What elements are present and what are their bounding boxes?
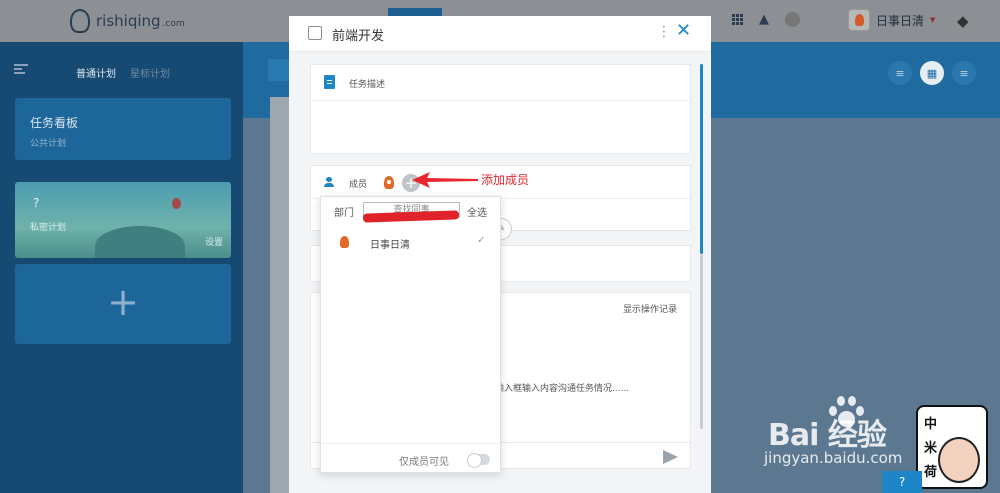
annotation-add-member: 添加成员: [481, 173, 530, 187]
task-title[interactable]: 前端开发: [332, 25, 384, 44]
badge-char: 荷: [924, 465, 938, 480]
member-avatar[interactable]: [382, 174, 396, 191]
scrollbar-track[interactable]: [700, 254, 703, 429]
balloon-logo-icon: [70, 9, 90, 33]
landscape-image: [95, 226, 185, 258]
picker-footer: 仅成员可见: [321, 443, 500, 473]
logo[interactable]: rishiqing .com: [70, 9, 185, 33]
plan-card-settings[interactable]: 设置: [205, 235, 223, 248]
scrollbar-thumb[interactable]: [700, 64, 703, 254]
comment-hint: 在输入框输入内容沟通任务情况......: [486, 384, 630, 394]
diamond-icon[interactable]: ◆: [957, 12, 969, 30]
members-label: 成员: [349, 180, 368, 190]
watermark-badge: 中 米 荷: [916, 405, 988, 489]
send-icon[interactable]: [663, 450, 678, 464]
description-panel: 任务描述: [310, 64, 691, 154]
watermark-brand: Bai 经验: [768, 418, 887, 453]
check-icon: ✓: [477, 235, 486, 246]
tab-normal-plans[interactable]: 普通计划: [76, 65, 116, 80]
member-name: 日事日清: [370, 240, 410, 251]
plus-icon: +: [107, 280, 139, 324]
cartoon-face-image: [938, 437, 980, 483]
sidebar: 普通计划 星标计划 任务看板 公共计划 ? 私密计划 设置 +: [0, 42, 243, 493]
task-complete-checkbox[interactable]: [308, 26, 322, 40]
members-only-toggle[interactable]: [467, 453, 490, 468]
select-all-button[interactable]: 全选: [467, 204, 487, 219]
logo-domain: .com: [162, 18, 185, 29]
document-icon: [324, 75, 335, 89]
avatar: [848, 9, 870, 31]
member-picker-dropdown: 部门 全选 日事日清 ✓ 仅成员可见: [320, 196, 501, 473]
add-plan-card[interactable]: +: [15, 264, 231, 344]
tab-starred-plans[interactable]: 星标计划: [130, 65, 170, 80]
menu-icon[interactable]: [14, 64, 28, 74]
plan-card-title: 任务看板: [30, 116, 79, 130]
plan-card-title: ?: [33, 196, 40, 210]
notification-bell-icon[interactable]: ▲: [759, 13, 769, 26]
show-log-link[interactable]: 显示操作记录: [623, 302, 677, 315]
redaction-mark: [362, 210, 460, 223]
members-only-label: 仅成员可见: [399, 457, 449, 468]
close-icon[interactable]: ✕: [676, 22, 691, 40]
plan-card-private[interactable]: ? 私密计划 设置: [15, 182, 231, 258]
top-icons: ▲: [732, 12, 800, 27]
timeline-view-icon[interactable]: ≡: [952, 61, 976, 85]
description-label: 任务描述: [349, 80, 386, 90]
board-view-icon[interactable]: ▦: [920, 61, 944, 85]
user-name: 日事日清: [876, 13, 925, 28]
plan-card-subtitle: 私密计划: [30, 223, 67, 233]
user-menu[interactable]: 日事日清 ▼: [848, 9, 935, 31]
description-header: 任务描述: [311, 65, 690, 101]
board-action-button[interactable]: [268, 59, 290, 81]
list-view-icon[interactable]: ≡: [888, 61, 912, 85]
top-tab-indicator[interactable]: [388, 8, 442, 16]
badge-char: 米: [924, 441, 938, 456]
view-switcher: ≡ ▦ ≡: [888, 61, 976, 85]
more-options-icon[interactable]: ⋮: [657, 25, 671, 39]
badge-char: 中: [924, 417, 938, 432]
logo-text: rishiqing: [96, 12, 161, 30]
plan-card-subtitle: 公共计划: [30, 139, 67, 149]
list-item[interactable]: 日事日清 ✓: [321, 232, 502, 254]
apps-grid-icon[interactable]: [732, 14, 743, 25]
balloon-image: [172, 198, 181, 209]
help-button[interactable]: ?: [882, 471, 922, 493]
plan-card-task-board[interactable]: 任务看板 公共计划: [15, 98, 231, 160]
annotation-arrow-icon: [412, 172, 478, 188]
watermark-url: jingyan.baidu.com: [764, 449, 903, 467]
modal-header: 前端开发 ⋮ ✕: [289, 16, 711, 52]
department-filter[interactable]: 部门: [334, 204, 354, 219]
caret-down-icon: ▼: [930, 16, 936, 24]
status-icon[interactable]: [785, 12, 800, 27]
avatar: [338, 234, 351, 251]
board-column: [270, 97, 290, 493]
person-icon: [324, 177, 334, 187]
